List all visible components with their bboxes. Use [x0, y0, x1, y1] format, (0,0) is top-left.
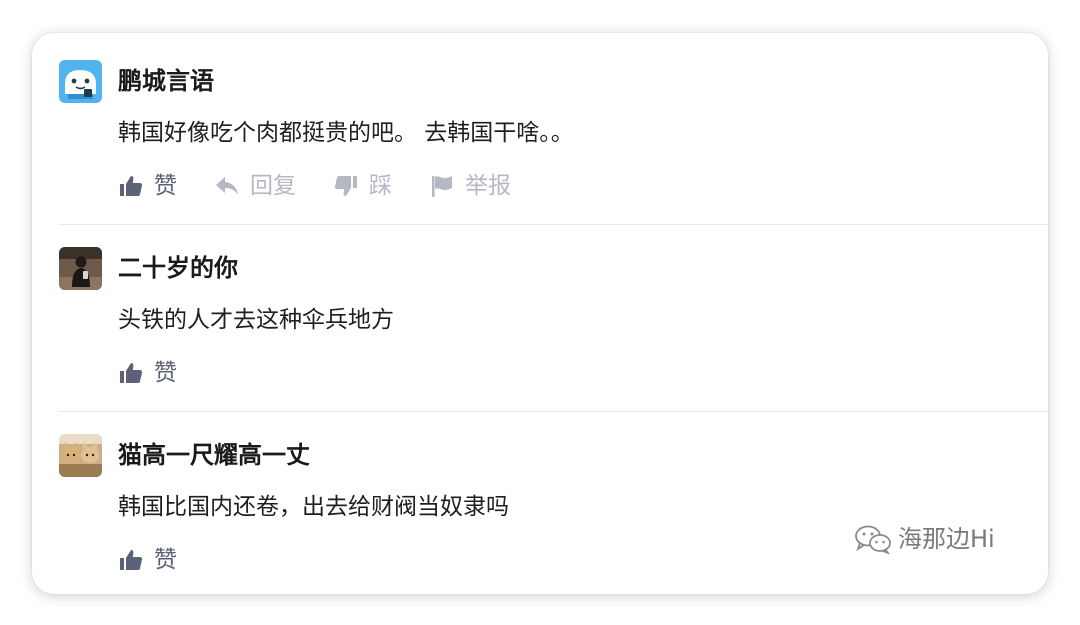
dislike-button[interactable]: 踩: [333, 172, 392, 200]
username[interactable]: 鹏城言语: [118, 65, 214, 97]
comment-text: 韩国好像吃个肉都挺贵的吧。 去韩国干啥。。: [118, 120, 574, 146]
like-button[interactable]: 赞: [118, 359, 177, 387]
comment-card: 鹏城言语 韩国好像吃个肉都挺贵的吧。 去韩国干啥。。 赞 回复 踩 举报 二十岁…: [32, 33, 1048, 594]
avatar[interactable]: [59, 247, 102, 290]
comment-actions: 赞 回复 踩 举报: [118, 170, 548, 202]
like-button[interactable]: 赞: [118, 546, 177, 574]
like-button[interactable]: 赞: [118, 172, 177, 200]
watermark: 海那边Hi: [854, 524, 995, 556]
avatar[interactable]: [59, 434, 102, 477]
wechat-icon: [854, 524, 892, 556]
thumbs-up-icon: [118, 360, 144, 386]
thumbs-up-icon: [118, 173, 144, 199]
flag-icon: [429, 173, 455, 199]
comment-text: 头铁的人才去这种伞兵地方: [118, 307, 394, 333]
like-label: 赞: [154, 173, 177, 199]
comment-text: 韩国比国内还卷，出去给财阀当奴隶吗: [118, 494, 509, 520]
avatar[interactable]: [59, 60, 102, 103]
comment-actions: 赞: [118, 544, 214, 576]
like-label: 赞: [154, 360, 177, 386]
like-label: 赞: [154, 547, 177, 573]
username[interactable]: 猫高一尺耀高一丈: [118, 439, 310, 471]
comment-item: 鹏城言语 韩国好像吃个肉都挺贵的吧。 去韩国干啥。。 赞 回复 踩 举报: [32, 33, 1048, 220]
watermark-text: 海那边Hi: [898, 525, 995, 553]
comment-item: 猫高一尺耀高一丈 韩国比国内还卷，出去给财阀当奴隶吗 赞: [32, 407, 1048, 594]
report-button[interactable]: 举报: [429, 172, 511, 200]
dislike-label: 踩: [369, 173, 392, 199]
username[interactable]: 二十岁的你: [118, 252, 238, 284]
report-label: 举报: [465, 173, 511, 199]
reply-label: 回复: [250, 173, 296, 199]
thumbs-up-icon: [118, 547, 144, 573]
reply-icon: [214, 173, 240, 199]
reply-button[interactable]: 回复: [214, 172, 296, 200]
comment-item: 二十岁的你 头铁的人才去这种伞兵地方 赞: [32, 220, 1048, 407]
thumbs-down-icon: [333, 173, 359, 199]
comment-actions: 赞: [118, 357, 214, 389]
